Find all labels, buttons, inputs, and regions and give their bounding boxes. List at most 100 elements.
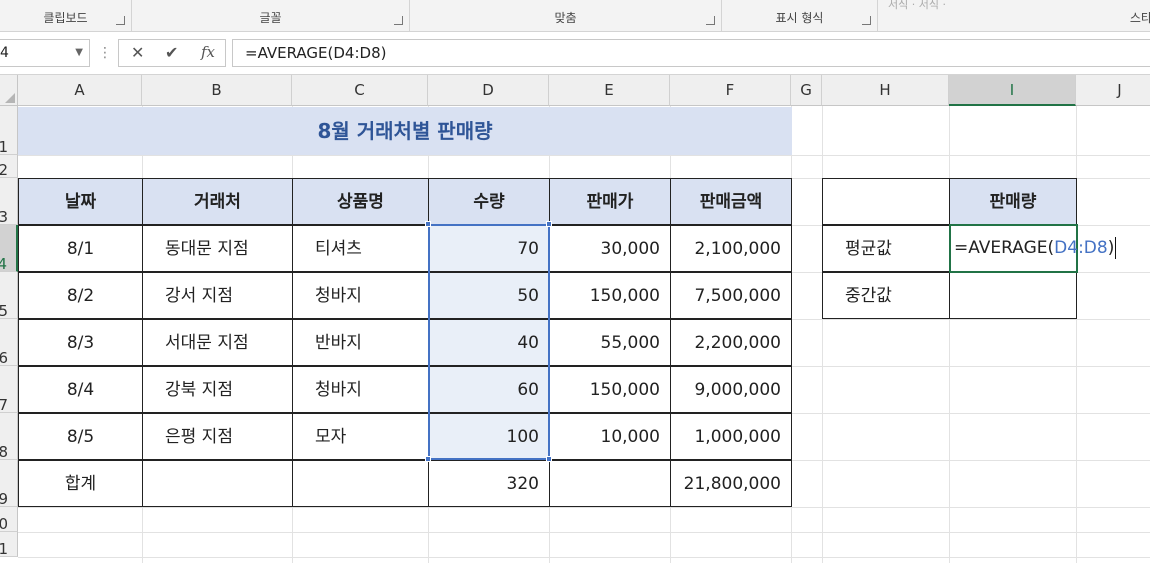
- row-number: 2: [0, 161, 8, 177]
- formula-suffix: ): [1107, 238, 1115, 258]
- table-cell-qty[interactable]: 40: [428, 319, 550, 366]
- sheet-title[interactable]: 8월 거래처별 판매량: [18, 107, 792, 155]
- row-header-2[interactable]: 2: [0, 155, 18, 178]
- table-cell-price[interactable]: 30,000: [549, 225, 671, 272]
- table-cell-date[interactable]: 8/2: [18, 272, 143, 319]
- stats-label-average[interactable]: 평균값: [822, 225, 950, 272]
- range-handle[interactable]: [546, 456, 552, 462]
- table-cell-date[interactable]: 8/5: [18, 413, 143, 460]
- table-cell-product[interactable]: 티셔츠: [292, 225, 429, 272]
- row-header-3[interactable]: 3: [0, 178, 18, 225]
- table-cell-empty[interactable]: [142, 460, 293, 507]
- range-handle[interactable]: [425, 456, 431, 462]
- column-header-i[interactable]: I: [949, 75, 1076, 106]
- table-cell-product[interactable]: 청바지: [292, 366, 429, 413]
- table-header-date[interactable]: 날짜: [18, 178, 143, 225]
- table-cell-amount[interactable]: 1,000,000: [670, 413, 792, 460]
- ribbon-group-number: 표시 형식: [722, 0, 878, 31]
- table-cell-client[interactable]: 동대문 지점: [142, 225, 293, 272]
- table-cell-amount[interactable]: 9,000,000: [670, 366, 792, 413]
- row-header-8[interactable]: 8: [0, 413, 18, 460]
- table-header-product[interactable]: 상품명: [292, 178, 429, 225]
- ribbon-group-label: 글꼴: [259, 11, 282, 25]
- table-cell-empty[interactable]: [549, 460, 671, 507]
- row-header-10[interactable]: 10: [0, 507, 18, 532]
- gridline: [822, 106, 823, 563]
- table-cell-qty[interactable]: 60: [428, 366, 550, 413]
- table-cell-date[interactable]: 8/3: [18, 319, 143, 366]
- table-cell-price[interactable]: 55,000: [549, 319, 671, 366]
- total-amount[interactable]: 21,800,000: [670, 460, 792, 507]
- gridline: [1076, 106, 1077, 563]
- table-cell-date[interactable]: 8/4: [18, 366, 143, 413]
- row-header-6[interactable]: 6: [0, 319, 18, 366]
- table-cell-client[interactable]: 강서 지점: [142, 272, 293, 319]
- column-header-j[interactable]: J: [1076, 75, 1150, 106]
- dialog-launcher-icon[interactable]: [706, 16, 715, 25]
- column-header-e[interactable]: E: [549, 75, 670, 106]
- column-header-d[interactable]: D: [428, 75, 549, 106]
- more-options-icon[interactable]: ⋮: [98, 45, 112, 61]
- enter-icon[interactable]: ✔: [165, 43, 178, 62]
- row-header-9[interactable]: 9: [0, 460, 18, 507]
- row-number: 9: [0, 490, 8, 506]
- cell-edit-text[interactable]: =AVERAGE(D4:D8): [954, 226, 1117, 270]
- dialog-launcher-icon[interactable]: [394, 16, 403, 25]
- row-header-1[interactable]: 1: [0, 106, 18, 155]
- chevron-down-icon[interactable]: ▼: [75, 40, 83, 66]
- table-cell-amount[interactable]: 2,100,000: [670, 225, 792, 272]
- ribbon-group-label: 표시 형식: [775, 11, 824, 25]
- table-cell-product[interactable]: 모자: [292, 413, 429, 460]
- gridline: [949, 106, 950, 563]
- column-header-g[interactable]: G: [791, 75, 822, 106]
- table-cell-qty[interactable]: 50: [428, 272, 550, 319]
- row-header-11[interactable]: 11: [0, 532, 18, 557]
- column-header-f[interactable]: F: [670, 75, 791, 106]
- row-number: 1: [0, 138, 8, 154]
- select-all-corner[interactable]: [0, 75, 18, 106]
- column-header-b[interactable]: B: [142, 75, 292, 106]
- stats-header-empty[interactable]: [822, 178, 950, 225]
- insert-function-icon[interactable]: fx: [201, 43, 215, 61]
- dialog-launcher-icon[interactable]: [116, 16, 125, 25]
- table-cell-client[interactable]: 서대문 지점: [142, 319, 293, 366]
- cancel-icon[interactable]: ✕: [131, 43, 144, 62]
- range-handle[interactable]: [425, 221, 431, 227]
- stats-value-median[interactable]: [949, 272, 1077, 319]
- row-header-7[interactable]: 7: [0, 366, 18, 413]
- table-cell-amount[interactable]: 7,500,000: [670, 272, 792, 319]
- table-header-amount[interactable]: 판매금액: [670, 178, 792, 225]
- range-handle[interactable]: [546, 221, 552, 227]
- formula-bar: 4 ▼ ⋮ ✕ ✔ fx =AVERAGE(D4:D8): [0, 33, 1150, 75]
- stats-header[interactable]: 판매량: [949, 178, 1077, 225]
- table-header-price[interactable]: 판매가: [549, 178, 671, 225]
- table-cell-product[interactable]: 반바지: [292, 319, 429, 366]
- table-cell-date[interactable]: 8/1: [18, 225, 143, 272]
- table-cell-qty[interactable]: 100: [428, 413, 550, 460]
- table-cell-price[interactable]: 150,000: [549, 366, 671, 413]
- table-cell-client[interactable]: 은평 지점: [142, 413, 293, 460]
- name-box[interactable]: 4 ▼: [0, 39, 90, 67]
- total-qty[interactable]: 320: [428, 460, 550, 507]
- table-cell-empty[interactable]: [292, 460, 429, 507]
- table-cell-price[interactable]: 150,000: [549, 272, 671, 319]
- total-label[interactable]: 합계: [18, 460, 143, 507]
- table-cell-qty[interactable]: 70: [428, 225, 550, 272]
- row-number: 4: [0, 255, 7, 271]
- stats-label-median[interactable]: 중간값: [822, 272, 950, 319]
- table-header-client[interactable]: 거래처: [142, 178, 293, 225]
- column-header-h[interactable]: H: [822, 75, 949, 106]
- table-cell-product[interactable]: 청바지: [292, 272, 429, 319]
- formula-input[interactable]: =AVERAGE(D4:D8): [232, 39, 1150, 67]
- table-cell-client[interactable]: 강북 지점: [142, 366, 293, 413]
- dialog-launcher-icon[interactable]: [862, 16, 871, 25]
- table-header-qty[interactable]: 수량: [428, 178, 550, 225]
- worksheet-grid[interactable]: A B C D E F G H I J 1 2 3 4 5 6 7 8 9 10…: [0, 75, 1150, 563]
- column-header-a[interactable]: A: [18, 75, 142, 106]
- row-header-5[interactable]: 5: [0, 272, 18, 319]
- ribbon-group-clipboard: 클립보드: [0, 0, 132, 31]
- table-cell-amount[interactable]: 2,200,000: [670, 319, 792, 366]
- table-cell-price[interactable]: 10,000: [549, 413, 671, 460]
- row-header-4[interactable]: 4: [0, 225, 18, 272]
- column-header-c[interactable]: C: [292, 75, 428, 106]
